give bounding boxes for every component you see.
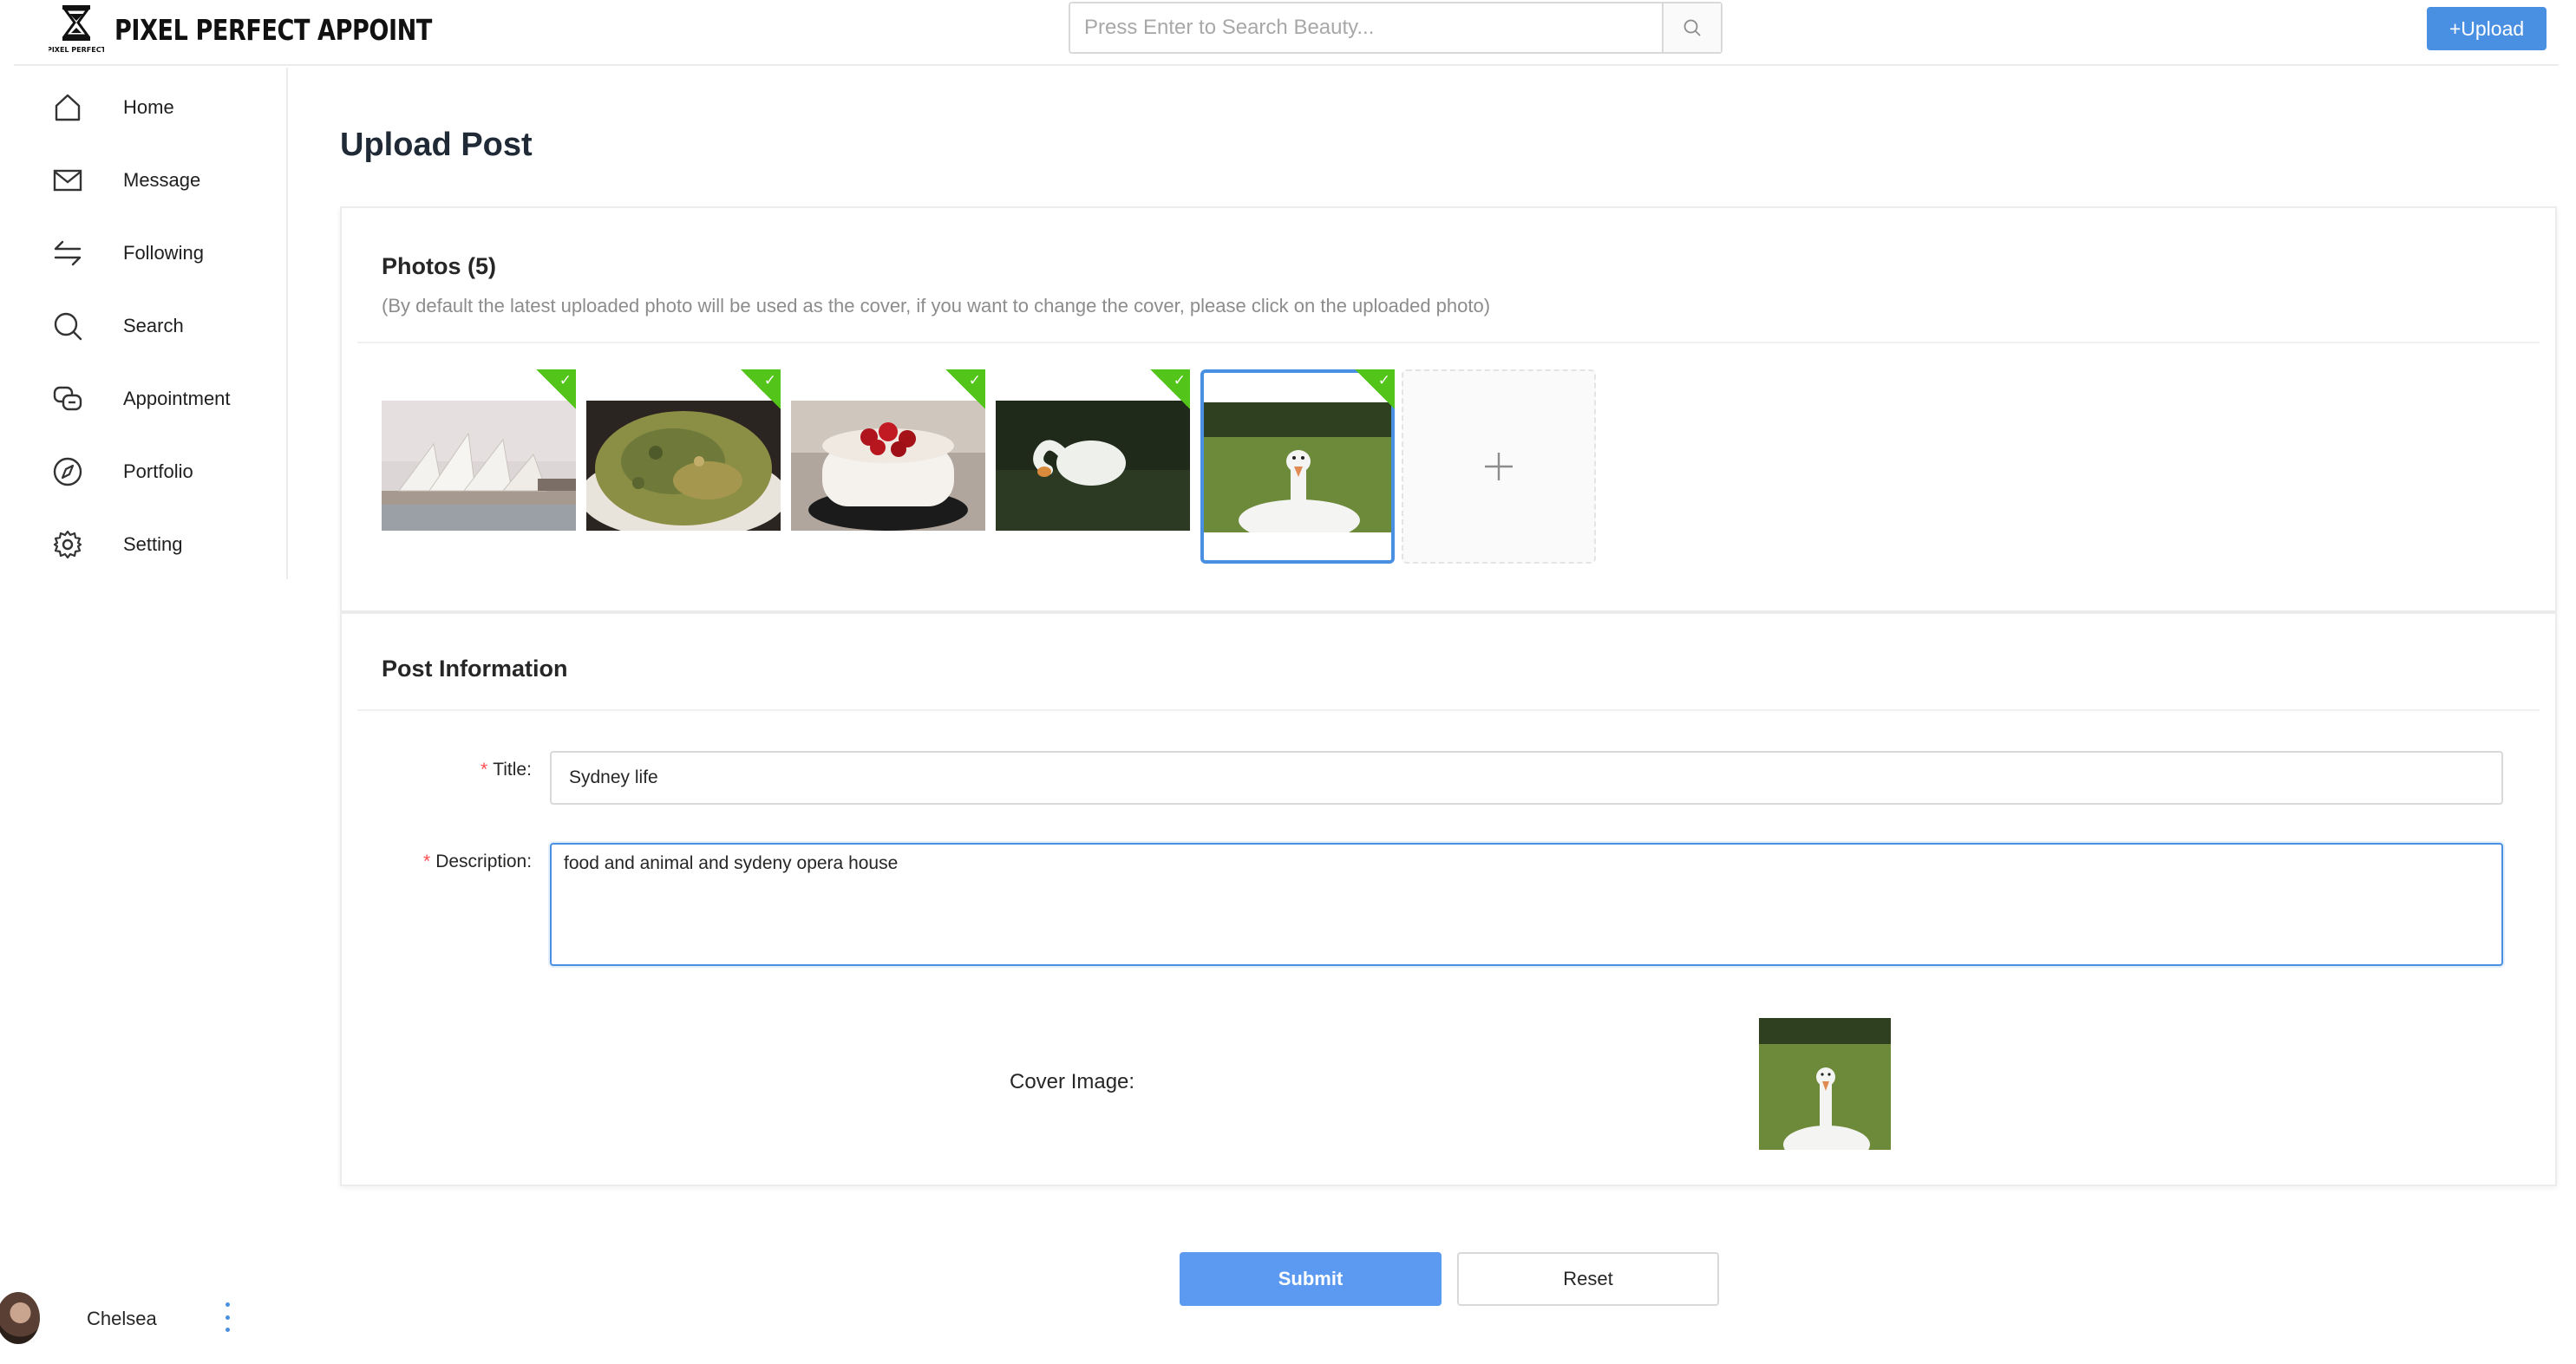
sidebar-item-search[interactable]: Search bbox=[0, 298, 286, 354]
check-badge: ✓ bbox=[1355, 369, 1395, 409]
compass-icon bbox=[53, 457, 82, 486]
strawberry-cake-image bbox=[791, 401, 985, 531]
photos-hint: (By default the latest uploaded photo wi… bbox=[382, 295, 1491, 317]
search-input[interactable] bbox=[1070, 3, 1662, 52]
sidebar-item-appointment[interactable]: Appointment bbox=[0, 371, 286, 427]
title-input[interactable] bbox=[550, 751, 2503, 805]
avatar[interactable] bbox=[0, 1292, 40, 1344]
gear-icon bbox=[53, 530, 82, 559]
goose-on-grass-image bbox=[1204, 402, 1391, 532]
submit-button[interactable]: Submit bbox=[1180, 1252, 1442, 1306]
sidebar-item-setting[interactable]: Setting bbox=[0, 517, 286, 572]
hourglass-logo-icon: PIXEL PERFECT bbox=[49, 5, 104, 54]
home-icon bbox=[55, 94, 81, 121]
sidebar-item-portfolio[interactable]: Portfolio bbox=[0, 444, 286, 499]
search-button[interactable] bbox=[1662, 3, 1721, 52]
user-name: Chelsea bbox=[87, 1308, 157, 1329]
sidebar-item-label: Home bbox=[123, 96, 174, 118]
goose-grazing-image bbox=[996, 401, 1190, 531]
post-info-title: Post Information bbox=[382, 656, 568, 682]
more-options-icon[interactable] bbox=[220, 1302, 234, 1332]
required-mark: * bbox=[481, 760, 488, 780]
sidebar-item-label: Following bbox=[123, 242, 204, 264]
description-label: * Description: bbox=[423, 852, 532, 872]
title-label-text: Title: bbox=[493, 760, 532, 780]
pancake-image bbox=[586, 401, 781, 531]
sidebar-item-label: Appointment bbox=[123, 388, 231, 409]
required-mark: * bbox=[423, 852, 431, 871]
reset-button[interactable]: Reset bbox=[1457, 1252, 1719, 1306]
photo-thumbnail[interactable]: ✓ bbox=[791, 369, 985, 564]
photo-thumbnail[interactable]: ✓ bbox=[586, 369, 781, 564]
swap-icon bbox=[54, 240, 82, 266]
sidebar-item-label: Search bbox=[123, 315, 184, 336]
check-badge: ✓ bbox=[741, 369, 781, 409]
top-header: PIXEL PERFECT PIXEL PERFECT APPOINT +Upl… bbox=[14, 0, 2559, 66]
sidebar-item-message[interactable]: Message bbox=[0, 153, 286, 208]
sidebar-item-label: Message bbox=[123, 169, 201, 191]
photo-thumbnail-selected[interactable]: ✓ bbox=[1200, 369, 1395, 564]
photo-thumbnail[interactable]: ✓ bbox=[382, 369, 576, 564]
chat-bubbles-icon bbox=[53, 386, 82, 411]
photos-title: Photos (5) bbox=[382, 253, 496, 279]
mail-icon bbox=[53, 169, 82, 192]
page-title: Upload Post bbox=[340, 127, 533, 163]
cover-image-preview bbox=[1759, 1018, 1891, 1150]
check-badge: ✓ bbox=[945, 369, 985, 409]
search-icon bbox=[54, 312, 82, 341]
search-bar bbox=[1069, 2, 1723, 54]
add-photo-button[interactable] bbox=[1402, 369, 1596, 564]
check-badge: ✓ bbox=[1150, 369, 1190, 409]
cover-image-label: Cover Image: bbox=[1010, 1070, 1135, 1093]
sidebar: Home Message Following Search Appointmen… bbox=[0, 68, 288, 579]
sidebar-item-label: Portfolio bbox=[123, 460, 193, 482]
post-information-card: Post Information *Title: *Description: f… bbox=[340, 612, 2557, 1186]
sidebar-item-following[interactable]: Following bbox=[0, 225, 286, 281]
divider bbox=[357, 342, 2540, 343]
plus-icon bbox=[1485, 453, 1513, 480]
photo-thumbnail[interactable]: ✓ bbox=[996, 369, 1190, 564]
description-input[interactable]: food and animal and sydeny opera house bbox=[550, 843, 2503, 966]
photos-card: Photos (5) (By default the latest upload… bbox=[340, 206, 2557, 612]
title-label: * Title: bbox=[481, 760, 532, 780]
brand-name: PIXEL PERFECT APPOINT bbox=[114, 12, 432, 47]
sidebar-item-home[interactable]: Home bbox=[0, 80, 286, 135]
upload-button[interactable]: +Upload bbox=[2427, 7, 2547, 50]
sydney-opera-house-image bbox=[382, 401, 576, 531]
user-profile-bar: Chelsea bbox=[0, 1292, 288, 1348]
svg-text:PIXEL PERFECT: PIXEL PERFECT bbox=[49, 46, 104, 54]
divider bbox=[357, 709, 2540, 711]
brand-logo[interactable]: PIXEL PERFECT PIXEL PERFECT APPOINT bbox=[49, 2, 501, 57]
check-badge: ✓ bbox=[536, 369, 576, 409]
search-icon bbox=[1684, 19, 1701, 36]
description-label-text: Description: bbox=[435, 852, 533, 871]
sidebar-item-label: Setting bbox=[123, 533, 183, 555]
